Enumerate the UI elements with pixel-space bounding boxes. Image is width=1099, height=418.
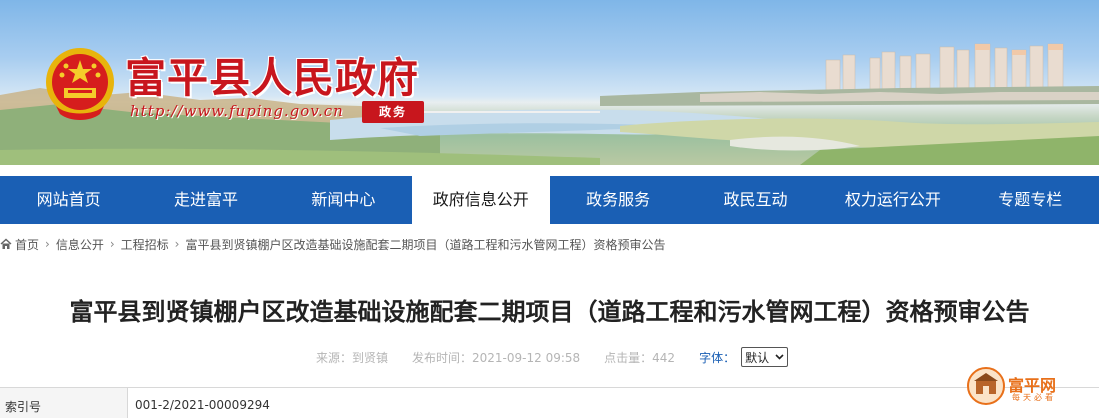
article-title: 富平县到贤镇棚户区改造基础设施配套二期项目（道路工程和污水管网工程）资格预审公告 <box>69 298 1030 326</box>
chevron-right-icon: › <box>109 237 115 251</box>
site-url: http://www.fuping.gov.cn <box>130 102 344 120</box>
nav-item-home[interactable]: 网站首页 <box>0 176 137 224</box>
main-nav: 网站首页 走进富平 新闻中心 政府信息公开 政务服务 政民互动 权力运行公开 专… <box>0 176 1099 224</box>
font-size-label: 字体： <box>699 350 736 365</box>
national-emblem-icon <box>46 48 114 120</box>
nav-item-news[interactable]: 新闻中心 <box>275 176 412 224</box>
government-affairs-badge: 政务 <box>362 101 424 123</box>
site-title: 富平县人民政府 <box>125 54 419 102</box>
article-publish-time: 发布时间：2021-09-12 09:58 <box>412 350 581 365</box>
breadcrumb-current: 富平县到贤镇棚户区改造基础设施配套二期项目（道路工程和污水管网工程）资格预审公告 <box>185 237 666 252</box>
article-source: 来源：到贤镇 <box>316 350 389 365</box>
watermark-tagline: 每天必看 <box>1012 393 1056 402</box>
article-meta: 来源：到贤镇 发布时间：2021-09-12 09:58 点击量：442 字体：… <box>316 347 789 367</box>
breadcrumb: 首页 › 信息公开 › 工程招标 › 富平县到贤镇棚户区改造基础设施配套二期项目… <box>0 236 666 252</box>
site-banner: 富平县人民政府 http://www.fuping.gov.cn 政务 <box>0 0 1099 165</box>
breadcrumb-home[interactable]: 首页 <box>15 236 39 253</box>
article-hits: 点击量：442 <box>604 350 676 365</box>
nav-item-gov-info[interactable]: 政府信息公开 <box>412 176 550 224</box>
nav-item-about-fuping[interactable]: 走进富平 <box>137 176 274 224</box>
font-size-value: 默认 <box>745 350 770 365</box>
breadcrumb-info-disclosure[interactable]: 信息公开 <box>56 236 104 253</box>
nav-item-special-topics[interactable]: 专题专栏 <box>962 176 1099 224</box>
chevron-right-icon: › <box>45 237 50 251</box>
font-size-select[interactable]: 默认 <box>741 347 789 367</box>
info-table: 索引号 001-2/2021-00009294 <box>0 387 1099 418</box>
breadcrumb-tender[interactable]: 工程招标 <box>121 236 169 253</box>
nav-item-power-disclosure[interactable]: 权力运行公开 <box>824 176 961 224</box>
chevron-right-icon: › <box>174 237 180 251</box>
chevron-down-icon <box>775 354 784 360</box>
home-icon <box>0 238 12 249</box>
index-number-value: 001-2/2021-00009294 <box>135 398 270 412</box>
nav-item-interaction[interactable]: 政民互动 <box>687 176 824 224</box>
index-number-label: 索引号 <box>0 388 128 418</box>
nav-item-services[interactable]: 政务服务 <box>550 176 687 224</box>
